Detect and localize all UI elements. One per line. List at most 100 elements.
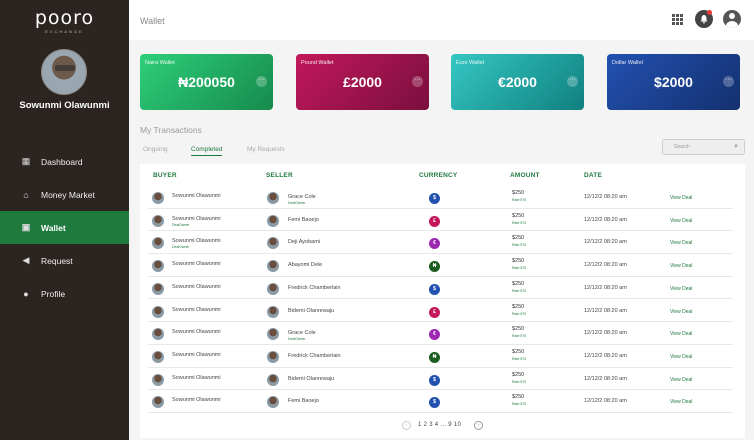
sidebar: pooro EXCHANGE Sowunmi Olawunmi ▦ Dashbo… xyxy=(0,0,129,440)
transactions-title: My Transactions xyxy=(140,125,202,135)
seller-avatar xyxy=(267,350,279,363)
wallet-label: Euro Wallet xyxy=(456,60,485,66)
rate-value: Rate 570 xyxy=(512,311,527,316)
more-options-icon[interactable]: ··· xyxy=(256,76,267,87)
currency-icon: ₦ xyxy=(429,351,440,363)
nav-item-label: Money Market xyxy=(41,189,95,200)
more-options-icon[interactable]: ··· xyxy=(412,76,423,87)
column-header-currency: CURRENCY xyxy=(419,172,458,179)
nav-item-request[interactable]: ◀ Request xyxy=(0,244,129,277)
buyer-role: DealOwner xyxy=(172,222,190,227)
account-avatar-icon[interactable] xyxy=(723,10,741,28)
amount-value: $250 xyxy=(512,348,525,355)
seller-name: Bidemi Olanrewaju xyxy=(288,375,335,382)
currency-icon: € xyxy=(429,329,440,341)
seller-name: Deji Ayobami xyxy=(288,239,320,246)
seller-name: Fredrick Chamberlain xyxy=(288,352,341,359)
rate-value: Rate 570 xyxy=(512,266,527,271)
currency-icon: ₦ xyxy=(429,261,440,273)
amount-value: $250 xyxy=(512,326,525,333)
seller-name: Grace Cole xyxy=(288,194,316,200)
currency-icon: $ xyxy=(429,374,440,386)
seller-role: DealOwner xyxy=(288,337,306,342)
buyer-avatar xyxy=(152,328,164,341)
nav-item-label: Request xyxy=(41,255,73,266)
view-deal-link[interactable]: View Deal xyxy=(670,195,692,201)
pound-wallet-card[interactable]: Pound Wallet £2000 ··· xyxy=(296,54,429,110)
column-header-buyer: BUYER xyxy=(153,172,177,179)
nav-item-dashboard[interactable]: ▦ Dashboard xyxy=(0,145,129,178)
rate-value: Rate 570 xyxy=(512,288,527,293)
view-deal-link[interactable]: View Deal xyxy=(670,399,692,405)
date-value: 12/12/2 08:20 am xyxy=(584,239,627,246)
view-deal-link[interactable]: View Deal xyxy=(670,218,692,224)
amount-value: $250 xyxy=(512,280,525,287)
wallet-amount: €2000 xyxy=(498,74,537,90)
buyer-avatar xyxy=(152,237,164,250)
user-avatar[interactable] xyxy=(41,49,87,95)
rate-value: Rate 570 xyxy=(512,243,527,248)
top-bar: Wallet xyxy=(129,0,754,40)
next-page-icon[interactable]: › xyxy=(474,421,483,430)
nav-item-profile[interactable]: ● Profile xyxy=(0,277,129,310)
view-deal-link[interactable]: View Deal xyxy=(670,263,692,269)
table-row: Sowunmi Olawunmi Bidemi Olanrewaju $ $250 Ra… xyxy=(148,368,733,391)
rate-value: Rate 570 xyxy=(512,379,527,384)
buyer-role: DealOwner xyxy=(172,245,190,250)
buyer-avatar xyxy=(152,192,164,204)
tab-completed[interactable]: Completed xyxy=(191,146,223,156)
nav-item-money-market[interactable]: ⌂ Money Market xyxy=(0,178,129,211)
nav-item-label: Dashboard xyxy=(41,156,83,167)
seller-avatar xyxy=(267,282,279,295)
column-header-date: DATE xyxy=(584,172,603,179)
tab-ongoing[interactable]: Ongoing xyxy=(143,146,168,153)
nav-item-label: Wallet xyxy=(41,222,66,233)
nav-item-label: Profile xyxy=(41,288,66,299)
date-value: 12/12/2 08:20 am xyxy=(584,375,627,382)
amount-value: $250 xyxy=(512,190,525,196)
seller-name: Fredrick Chamberlain xyxy=(288,284,341,291)
view-deal-link[interactable]: View Deal xyxy=(670,240,692,246)
view-deal-link[interactable]: View Deal xyxy=(670,354,692,360)
date-value: 12/12/2 08:20 am xyxy=(584,352,627,359)
wallet-icon: ▣ xyxy=(21,222,31,232)
view-deal-link[interactable]: View Deal xyxy=(670,309,692,315)
rate-value: Rate 570 xyxy=(512,356,527,361)
seller-avatar xyxy=(267,328,279,341)
euro-wallet-card[interactable]: Euro Wallet €2000 ··· xyxy=(451,54,584,110)
previous-page-icon[interactable]: ‹ xyxy=(402,421,411,430)
search-input[interactable]: Search ⌕ xyxy=(662,139,745,155)
apps-grid-icon[interactable] xyxy=(672,14,683,25)
nav-item-wallet[interactable]: ▣ Wallet xyxy=(0,211,129,244)
user-name: Sowunmi Olawunmi xyxy=(19,100,110,111)
rate-value: Rate 570 xyxy=(512,220,527,225)
brand-logo[interactable]: pooro EXCHANGE xyxy=(0,8,129,34)
search-icon[interactable]: ⌕ xyxy=(734,143,738,151)
tab-my-requests[interactable]: My Requests xyxy=(247,146,285,153)
currency-icon: $ xyxy=(429,193,440,204)
buyer-name: Sowunmi Olawunmi xyxy=(172,283,221,290)
seller-avatar xyxy=(267,373,279,386)
amount-value: $250 xyxy=(512,212,525,219)
naira-wallet-card[interactable]: Naira Wallet ₦200050 ··· xyxy=(140,54,273,110)
buyer-avatar xyxy=(152,282,164,295)
wallet-label: Dollar Wallet xyxy=(612,60,643,66)
transactions-table: BUYER SELLER CURRENCY AMOUNT DATE Sowunm… xyxy=(140,164,745,438)
dollar-wallet-card[interactable]: Dollar Wallet $2000 ··· xyxy=(607,54,740,110)
table-row: Sowunmi Olawunmi Bidemi Olanrewaju £ $250 Ra… xyxy=(148,300,733,323)
more-options-icon[interactable]: ··· xyxy=(723,76,734,87)
view-deal-link[interactable]: View Deal xyxy=(670,286,692,292)
wallet-amount: $2000 xyxy=(654,74,693,90)
seller-avatar xyxy=(267,192,279,204)
view-deal-link[interactable]: View Deal xyxy=(670,331,692,337)
more-options-icon[interactable]: ··· xyxy=(567,76,578,87)
date-value: 12/12/2 08:20 am xyxy=(584,216,627,223)
wallet-label: Naira Wallet xyxy=(145,60,175,66)
table-row: Sowunmi Olawunmi DealOwner Femi Baoejo £ $25… xyxy=(148,209,733,232)
view-deal-link[interactable]: View Deal xyxy=(670,377,692,383)
table-row: Sowunmi Olawunmi Grace Cole DealOwner € $250… xyxy=(148,322,733,345)
brand-name: pooro xyxy=(34,7,95,29)
seller-avatar xyxy=(267,237,279,250)
page-numbers[interactable]: 1 2 3 4 ... 9 10 xyxy=(418,422,461,428)
table-row: Sowunmi Olawunmi Femi Baoejo $ $250 Rate 570… xyxy=(148,390,733,413)
